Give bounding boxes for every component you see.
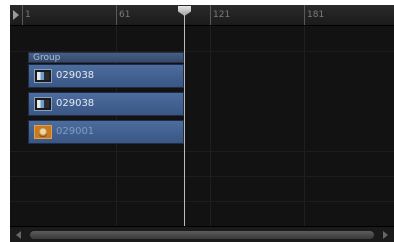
ruler-label-61: 61	[119, 10, 131, 20]
ruler-tick	[304, 5, 305, 25]
ruler-tick	[116, 5, 117, 25]
ruler-label-1: 1	[25, 10, 31, 20]
ruler-tick	[210, 5, 211, 25]
grid-line	[210, 26, 211, 226]
timeline-panel: 1 61 121 181 Group 029038 029038 029001	[10, 5, 394, 242]
group-track-header[interactable]: Group	[28, 52, 184, 63]
scroll-left-icon[interactable]	[16, 231, 21, 239]
playhead-line[interactable]	[184, 13, 185, 226]
video-clip-icon	[34, 97, 52, 111]
row-line	[10, 201, 394, 202]
scroll-right-icon[interactable]	[383, 231, 388, 239]
clip-029038-b[interactable]: 029038	[28, 92, 184, 116]
row-line	[10, 176, 394, 177]
still-image-icon	[34, 125, 52, 139]
clip-label: 029038	[56, 70, 95, 81]
clip-029038-a[interactable]: 029038	[28, 64, 184, 88]
video-clip-icon	[34, 69, 52, 83]
row-line	[10, 151, 394, 152]
ruler-tick	[22, 5, 23, 25]
clip-label: 029001	[56, 126, 95, 137]
ruler-label-121: 121	[213, 10, 231, 20]
scrollbar-thumb[interactable]	[30, 231, 374, 239]
start-marker-icon[interactable]	[13, 10, 19, 20]
horizontal-scrollbar[interactable]	[10, 226, 394, 242]
time-ruler[interactable]: 1 61 121 181	[10, 5, 394, 26]
clip-029001[interactable]: 029001	[28, 120, 184, 144]
ruler-label-181: 181	[307, 10, 325, 20]
clip-label: 029038	[56, 98, 95, 109]
grid-line	[304, 26, 305, 226]
